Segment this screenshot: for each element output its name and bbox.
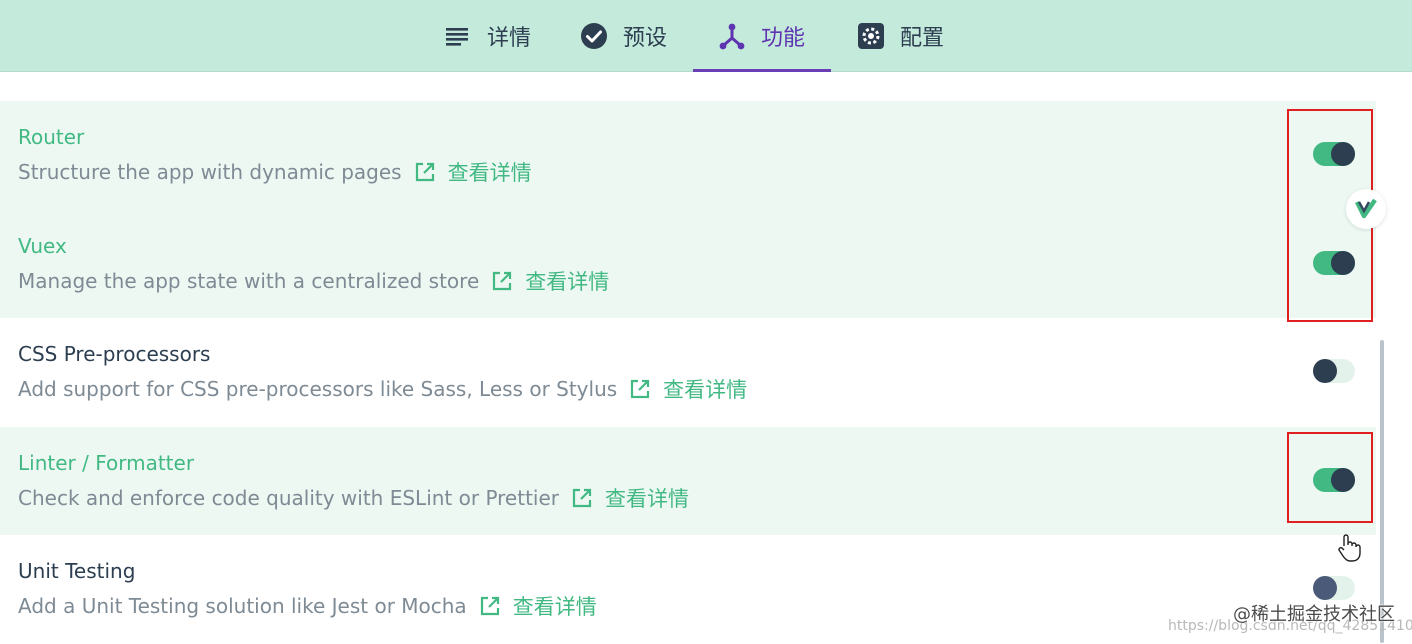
feature-description-text: Add a Unit Testing solution like Jest or… [18,594,467,618]
tab-details[interactable]: 详情 [443,0,543,71]
external-link-icon [572,488,592,507]
highlight-box-linter [1287,432,1373,523]
tab-presets[interactable]: 预设 [579,0,689,71]
feature-description-text: Structure the app with dynamic pages [18,160,402,184]
tab-bar: 详情 预设 功能 配置 [0,0,1412,72]
feature-toggle[interactable] [1313,359,1355,383]
more-info-link[interactable]: 查看详情 [663,374,747,404]
feature-name: CSS Pre-processors [18,342,211,366]
feature-name: Vuex [18,233,67,258]
external-link-icon [493,271,512,290]
tab-label: 配置 [900,25,945,51]
tab-features[interactable]: 功能 [693,0,831,72]
more-info-link[interactable]: 查看详情 [605,483,689,513]
vue-logo-icon [1354,198,1377,219]
check-circle-icon [581,22,607,49]
scrollbar[interactable] [1380,340,1384,643]
feature-description: Check and enforce code quality with ESLi… [18,483,689,513]
floating-badge[interactable] [1346,189,1386,229]
feature-description-text: Add support for CSS pre-processors like … [18,377,618,401]
more-info-link[interactable]: 查看详情 [513,591,597,621]
list-icon [446,27,468,46]
feature-description: Add support for CSS pre-processors like … [18,374,747,404]
feature-description-text: Manage the app state with a centralized … [18,268,480,293]
more-info-link[interactable]: 查看详情 [525,266,609,296]
feature-description: Add a Unit Testing solution like Jest or… [18,591,597,621]
feature-toggle[interactable] [1313,576,1355,600]
feature-list: Router Structure the app with dynamic pa… [0,101,1376,644]
feature-name: Linter / Formatter [18,450,195,475]
external-link-icon [631,379,650,399]
toggle-knob [1313,359,1337,383]
feature-row-linter-formatter[interactable]: Linter / Formatter Check and enforce cod… [0,426,1376,535]
feature-row-vuex[interactable]: Vuex Manage the app state with a central… [0,209,1376,318]
gear-icon [858,22,884,49]
tab-label: 预设 [623,25,668,51]
tab-config[interactable]: 配置 [856,0,966,71]
feature-name: Unit Testing [18,559,136,583]
feature-row-router[interactable]: Router Structure the app with dynamic pa… [0,101,1376,210]
feature-description: Manage the app state with a centralized … [18,266,609,296]
fork-icon [719,23,745,49]
external-link-icon [480,596,499,616]
external-link-icon [415,162,434,182]
hand-cursor-icon [1338,534,1361,562]
feature-row-css-pre-processors[interactable]: CSS Pre-processors Add support for CSS p… [0,318,1376,427]
feature-description-text: Check and enforce code quality with ESLi… [18,485,560,510]
tab-label: 详情 [487,25,532,51]
toggle-knob [1313,576,1337,600]
tab-label: 功能 [761,25,806,51]
feature-name: Router [18,125,85,149]
feature-description: Structure the app with dynamic pages 查看详… [18,157,532,187]
watermark-brand: @稀土掘金技术社区 [1233,604,1395,625]
more-info-link[interactable]: 查看详情 [448,157,532,187]
